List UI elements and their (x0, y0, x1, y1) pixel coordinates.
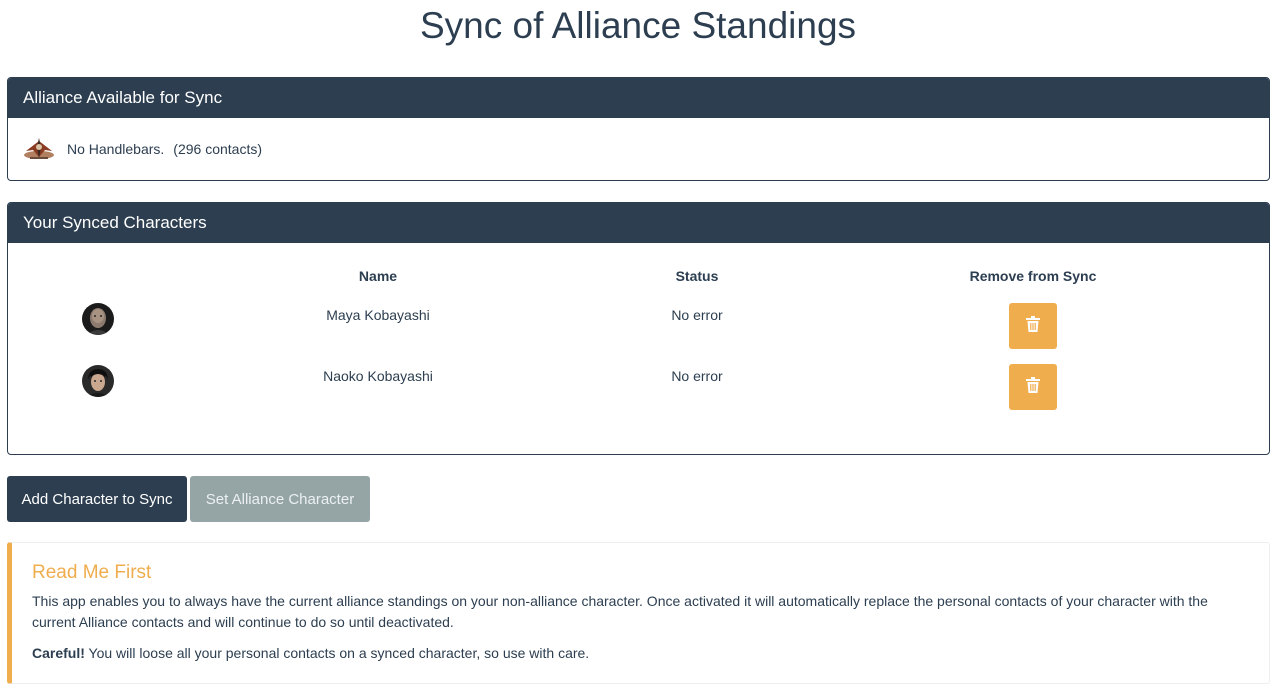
trash-icon (1026, 315, 1040, 337)
page-title: Sync of Alliance Standings (419, 5, 857, 46)
alliance-name: No Handlebars. (67, 141, 165, 157)
synced-characters-heading: Your Synced Characters (8, 203, 1269, 243)
alliance-logo-icon (23, 135, 55, 163)
column-header-remove: Remove from Sync (969, 268, 1097, 284)
character-name: Naoko Kobayashi (323, 368, 433, 384)
readme-warning: Careful! You will loose all your persona… (32, 643, 1247, 664)
character-avatar (82, 365, 114, 397)
remove-character-button[interactable] (1009, 303, 1057, 349)
readme-warning-label: Careful! (32, 645, 85, 661)
synced-characters-panel: Your Synced Characters Name Status Remov… (7, 202, 1270, 455)
remove-character-button[interactable] (1009, 364, 1057, 410)
readme-title: Read Me First (32, 562, 152, 583)
character-status: No error (671, 307, 723, 323)
alliance-contacts-count: (296 contacts) (173, 141, 262, 157)
trash-icon (1026, 376, 1040, 398)
character-status: No error (671, 368, 723, 384)
readme-warning-text: You will loose all your personal contact… (84, 645, 590, 661)
set-alliance-character-button[interactable]: Set Alliance Character (190, 476, 370, 522)
column-header-status: Status (675, 268, 719, 284)
readme-body: This app enables you to always have the … (32, 593, 1208, 630)
alliance-row: No Handlebars. (296 contacts) (23, 135, 262, 163)
column-header-name: Name (358, 268, 398, 284)
add-character-button[interactable]: Add Character to Sync (7, 476, 187, 522)
character-avatar (82, 303, 114, 335)
character-name: Maya Kobayashi (326, 307, 430, 323)
alliance-panel-heading: Alliance Available for Sync (8, 78, 1269, 118)
alliance-panel: Alliance Available for Sync No Handlebar… (7, 77, 1270, 181)
readme-callout: Read Me First This app enables you to al… (7, 542, 1270, 684)
